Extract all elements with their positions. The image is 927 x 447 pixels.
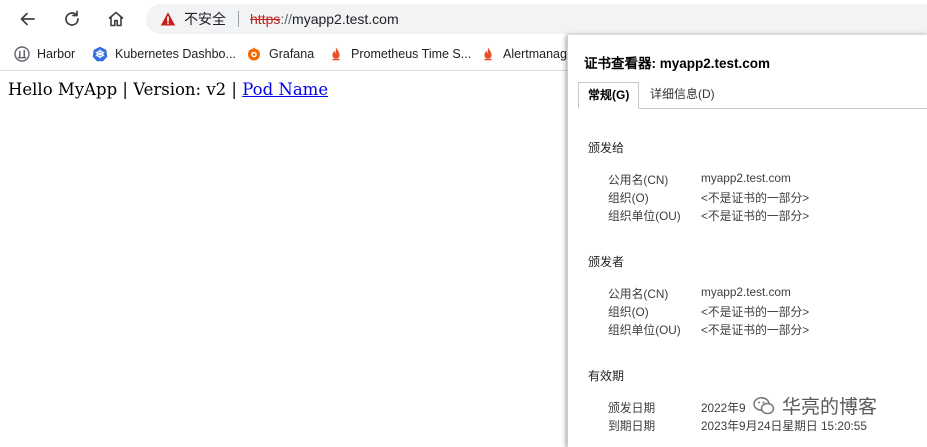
url-scheme: https bbox=[250, 11, 281, 27]
bookmark-grafana[interactable]: Grafana bbox=[246, 44, 314, 64]
home-icon bbox=[108, 11, 124, 27]
issued-by-cn-label: 公用名(CN) bbox=[608, 287, 669, 301]
bookmark-label: Harbor bbox=[37, 47, 76, 61]
issued-to-o-value: <不是证书的一部分> bbox=[701, 191, 810, 205]
issued-to-cn-label: 公用名(CN) bbox=[608, 173, 669, 187]
grafana-icon bbox=[248, 47, 260, 61]
omnibox-divider bbox=[238, 11, 239, 27]
bookmark-alertmanager[interactable]: Alertmanage bbox=[480, 44, 574, 64]
watermark-text: 华亮的博客 bbox=[782, 397, 878, 418]
issued-by-heading: 颁发者 bbox=[588, 255, 625, 269]
pod-name-link[interactable]: Pod Name bbox=[242, 80, 328, 99]
issued-to-heading: 颁发给 bbox=[588, 141, 625, 155]
bookmark-label: Grafana bbox=[269, 47, 315, 61]
issued-by-o-value: <不是证书的一部分> bbox=[701, 305, 810, 319]
reload-icon bbox=[65, 10, 79, 26]
page-text: Hello MyApp | Version: v2 | bbox=[8, 80, 237, 99]
url-separator: :// bbox=[280, 11, 293, 27]
browser-toolbar: 不安全 https://myapp2.test.com bbox=[0, 0, 927, 37]
bookmark-prometheus[interactable]: Prometheus Time S... bbox=[328, 44, 471, 64]
expiry-date-label: 到期日期 bbox=[608, 419, 656, 433]
prometheus-icon bbox=[332, 47, 340, 61]
tab-details[interactable]: 详细信息(D) bbox=[641, 82, 724, 107]
back-button[interactable] bbox=[15, 6, 41, 32]
bookmark-label: Kubernetes Dashbo... bbox=[115, 47, 236, 61]
issued-to-ou-value: <不是证书的一部分> bbox=[701, 209, 810, 223]
issued-to-o-label: 组织(O) bbox=[608, 191, 649, 205]
watermark: 华亮的博客 bbox=[752, 392, 877, 419]
issued-by-o-label: 组织(O) bbox=[608, 305, 649, 319]
tab-general[interactable]: 常规(G) bbox=[578, 82, 640, 109]
certificate-viewer-dialog: 证书查看器: myapp2.test.com 常规(G) 详细信息(D) 颁发给… bbox=[567, 35, 927, 447]
wechat-icon bbox=[753, 396, 775, 414]
bookmark-label: Alertmanage bbox=[503, 47, 574, 61]
security-status-label[interactable]: 不安全 bbox=[184, 9, 226, 29]
issued-to-ou-label: 组织单位(OU) bbox=[608, 209, 681, 223]
issued-by-ou-label: 组织单位(OU) bbox=[608, 323, 681, 337]
prometheus-icon bbox=[484, 47, 492, 61]
validity-heading: 有效期 bbox=[588, 369, 625, 383]
issued-date-label: 颁发日期 bbox=[608, 401, 656, 415]
home-button[interactable] bbox=[103, 6, 129, 32]
page-body: Hello MyApp | Version: v2 | Pod Name bbox=[8, 80, 328, 99]
bookmark-label: Prometheus Time S... bbox=[351, 47, 472, 61]
url-text[interactable]: https://myapp2.test.com bbox=[250, 11, 399, 27]
issued-to-cn-value: myapp2.test.com bbox=[701, 171, 791, 185]
warning-icon[interactable] bbox=[160, 11, 176, 27]
url-host: myapp2.test.com bbox=[292, 11, 399, 27]
bookmark-kubernetes-dashboard[interactable]: Kubernetes Dashbo... bbox=[92, 44, 236, 64]
dialog-title: 证书查看器: myapp2.test.com bbox=[584, 56, 771, 71]
kubernetes-icon bbox=[92, 46, 108, 62]
expiry-date-value: 2023年9月24日星期日 15:20:55 bbox=[701, 419, 867, 433]
issued-by-cn-value: myapp2.test.com bbox=[701, 285, 791, 299]
dialog-tabs: 常规(G) 详细信息(D) bbox=[578, 82, 927, 109]
reload-button[interactable] bbox=[59, 6, 85, 32]
harbor-icon bbox=[14, 46, 30, 62]
issued-by-ou-value: <不是证书的一部分> bbox=[701, 323, 810, 337]
address-bar[interactable]: 不安全 https://myapp2.test.com bbox=[146, 4, 927, 34]
issued-date-value: 2022年9 bbox=[701, 401, 746, 415]
back-arrow-icon bbox=[20, 12, 35, 26]
bookmark-harbor[interactable]: Harbor bbox=[14, 44, 75, 64]
